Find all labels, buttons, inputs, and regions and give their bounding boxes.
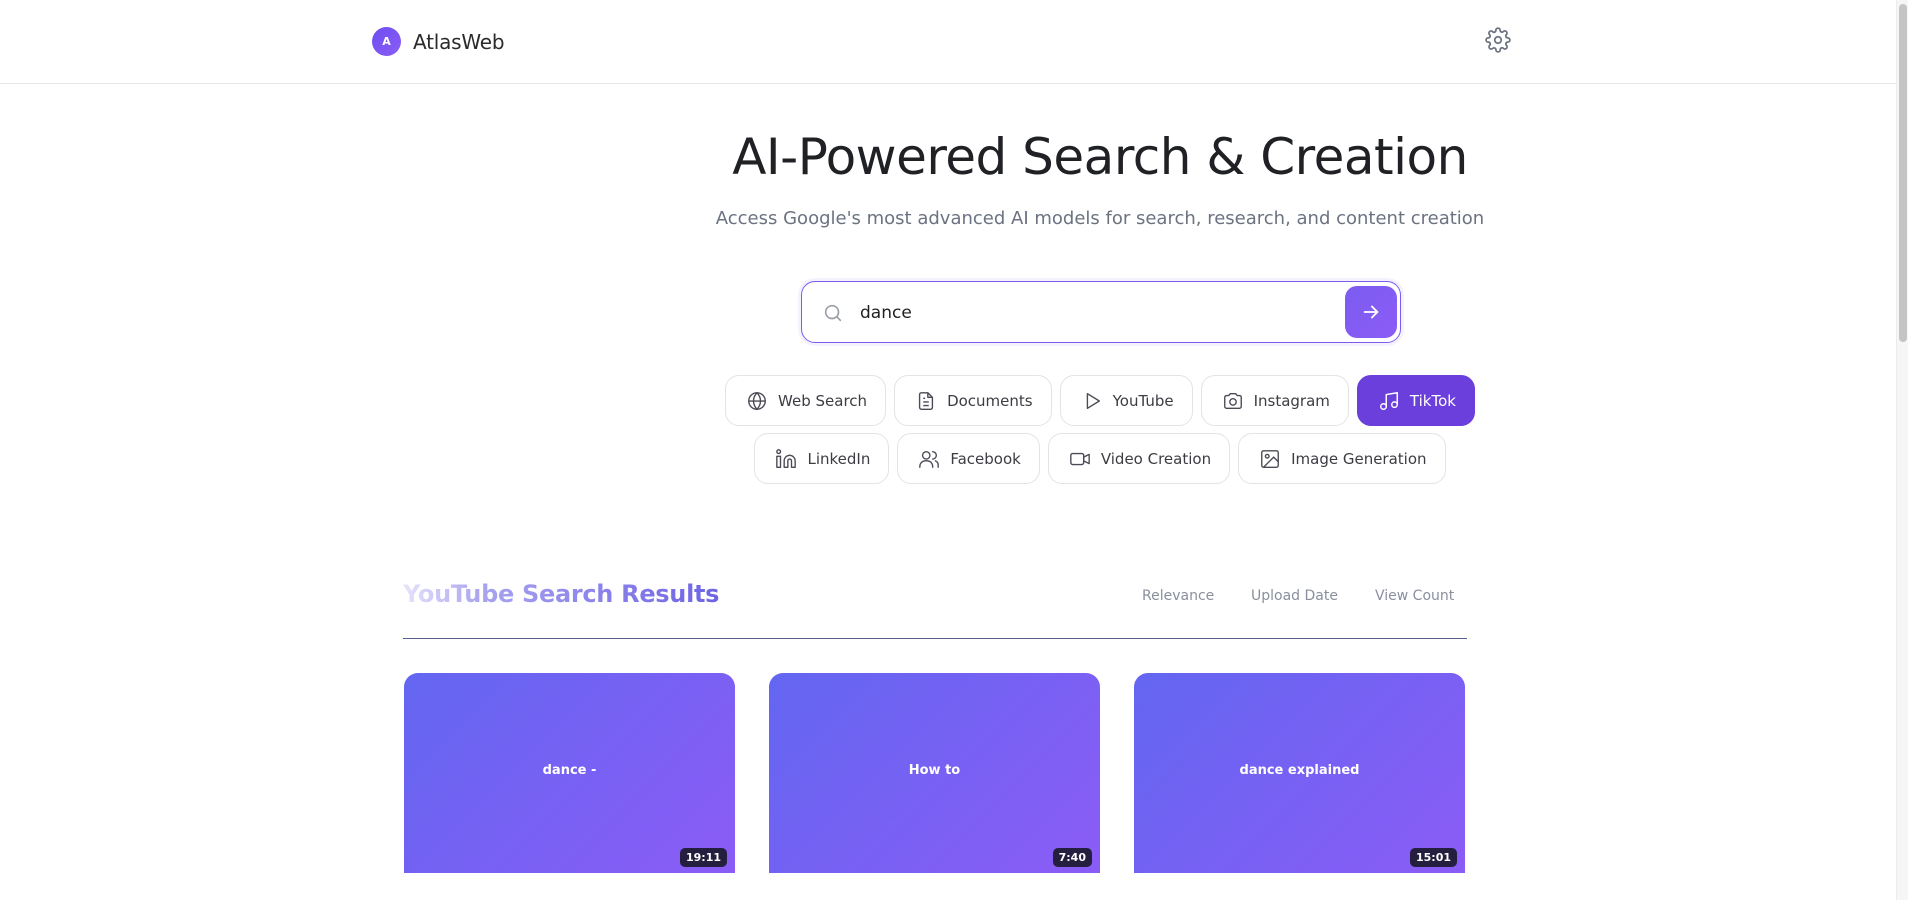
search-bar <box>801 281 1401 343</box>
camera-icon <box>1223 392 1242 409</box>
video-thumbnail-title: dance - <box>542 763 597 778</box>
brand-avatar: A <box>372 27 401 56</box>
chip-linkedin[interactable]: LinkedIn <box>754 433 890 484</box>
sort-relevance[interactable]: Relevance <box>1142 588 1214 604</box>
chip-label: Facebook <box>950 449 1021 468</box>
chip-label: Web Search <box>778 391 868 410</box>
chip-web-search[interactable]: Web Search <box>725 375 887 426</box>
results-title: YouTube Search Results <box>403 580 720 608</box>
video-thumbnail-title: How to <box>908 763 961 778</box>
users-icon <box>919 450 940 468</box>
chip-label: YouTube <box>1112 391 1174 410</box>
video-card[interactable]: dance explained 15:01 <box>1134 673 1465 873</box>
search-submit-button[interactable] <box>1345 286 1397 338</box>
gear-icon[interactable] <box>1485 27 1511 53</box>
search-input[interactable] <box>860 296 1310 330</box>
page-subtitle: Access Google's most advanced AI models … <box>715 208 1485 229</box>
chip-label: Video Creation <box>1100 449 1212 468</box>
chip-label: LinkedIn <box>807 449 871 468</box>
search-mode-row-2: LinkedIn Facebook Video Creation Image G… <box>0 433 1908 484</box>
document-icon <box>918 391 934 410</box>
search-icon <box>822 302 844 324</box>
chip-instagram[interactable]: Instagram <box>1200 375 1349 426</box>
chip-label: Documents <box>947 391 1033 410</box>
sort-upload-date[interactable]: Upload Date <box>1251 588 1338 604</box>
video-duration-badge: 15:01 <box>1409 848 1457 867</box>
page-title: AI-Powered Search & Creation <box>732 128 1468 186</box>
chip-label: TikTok <box>1409 391 1456 410</box>
video-card[interactable]: dance - 19:11 <box>404 673 735 873</box>
chip-image-generation[interactable]: Image Generation <box>1238 433 1446 484</box>
chip-documents[interactable]: Documents <box>894 375 1052 426</box>
brand[interactable]: A AtlasWeb <box>372 27 505 56</box>
video-card[interactable]: How to 7:40 <box>769 673 1100 873</box>
chip-label: Image Generation <box>1291 449 1427 468</box>
chip-label: Instagram <box>1253 391 1330 410</box>
video-duration-badge: 19:11 <box>679 848 727 867</box>
video-thumbnail-title: dance explained <box>1239 763 1360 778</box>
image-icon <box>1261 449 1280 468</box>
arrow-right-icon <box>1363 305 1379 319</box>
top-header: A AtlasWeb <box>0 0 1896 84</box>
chip-tiktok[interactable]: TikTok <box>1356 375 1475 426</box>
sort-view-count[interactable]: View Count <box>1375 588 1454 604</box>
video-icon <box>1069 452 1090 465</box>
results-divider <box>403 638 1467 639</box>
globe-icon <box>748 391 766 410</box>
chip-youtube[interactable]: YouTube <box>1059 375 1193 426</box>
brand-name: AtlasWeb <box>413 29 505 54</box>
linkedin-icon <box>776 448 797 468</box>
chip-video-creation[interactable]: Video Creation <box>1047 433 1231 484</box>
play-icon <box>1086 392 1100 409</box>
chip-facebook[interactable]: Facebook <box>897 433 1040 484</box>
music-icon <box>1379 391 1398 410</box>
search-mode-row-1: Web Search Documents YouTube Instagram T… <box>0 375 1908 426</box>
video-duration-badge: 7:40 <box>1052 848 1092 867</box>
